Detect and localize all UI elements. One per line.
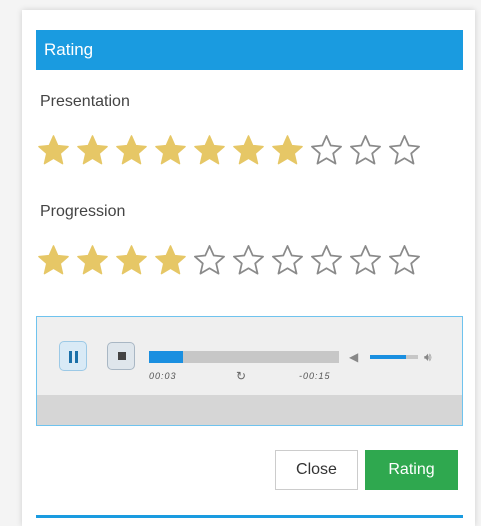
star-empty-icon[interactable] — [309, 243, 344, 278]
star-empty-icon[interactable] — [387, 133, 422, 168]
star-empty-icon[interactable] — [387, 243, 422, 278]
star-filled-icon[interactable] — [153, 133, 188, 168]
star-empty-icon[interactable] — [348, 243, 383, 278]
volume-low-icon[interactable]: ◀ — [349, 350, 358, 364]
star-empty-icon[interactable] — [309, 133, 344, 168]
close-button[interactable]: Close — [275, 450, 358, 490]
seek-progress — [149, 351, 184, 363]
elapsed-time: 00:03 — [149, 371, 177, 381]
seek-bar[interactable] — [149, 351, 339, 363]
presentation-stars — [36, 133, 422, 168]
progression-stars — [36, 243, 422, 278]
loop-icon[interactable]: ↻ — [236, 369, 246, 383]
presentation-label: Presentation — [40, 93, 130, 110]
star-filled-icon[interactable] — [192, 133, 227, 168]
volume-level — [370, 355, 406, 359]
star-filled-icon[interactable] — [75, 243, 110, 278]
remaining-time: -00:15 — [299, 371, 331, 381]
star-filled-icon[interactable] — [36, 133, 71, 168]
pause-button[interactable] — [59, 341, 87, 371]
audio-player: 00:03 ↻ -00:15 ◀ 🔊︎ — [36, 316, 463, 426]
rating-button[interactable]: Rating — [365, 450, 458, 490]
player-controls: 00:03 ↻ -00:15 ◀ 🔊︎ — [37, 317, 462, 395]
star-filled-icon[interactable] — [36, 243, 71, 278]
volume-slider[interactable] — [370, 355, 418, 359]
volume-high-icon[interactable]: 🔊︎ — [424, 350, 432, 365]
star-filled-icon[interactable] — [114, 243, 149, 278]
divider — [36, 515, 463, 518]
star-empty-icon[interactable] — [231, 243, 266, 278]
dialog-header: Rating — [36, 30, 463, 70]
stop-button[interactable] — [107, 342, 135, 370]
progression-label: Progression — [40, 203, 126, 220]
star-filled-icon[interactable] — [75, 133, 110, 168]
star-filled-icon[interactable] — [114, 133, 149, 168]
player-footer — [37, 395, 462, 425]
star-filled-icon[interactable] — [153, 243, 188, 278]
stop-icon — [118, 352, 126, 360]
rating-dialog: Rating Presentation Progression 00:03 ↻ … — [22, 10, 475, 526]
star-empty-icon[interactable] — [348, 133, 383, 168]
star-filled-icon[interactable] — [270, 133, 305, 168]
star-filled-icon[interactable] — [231, 133, 266, 168]
star-empty-icon[interactable] — [192, 243, 227, 278]
star-empty-icon[interactable] — [270, 243, 305, 278]
